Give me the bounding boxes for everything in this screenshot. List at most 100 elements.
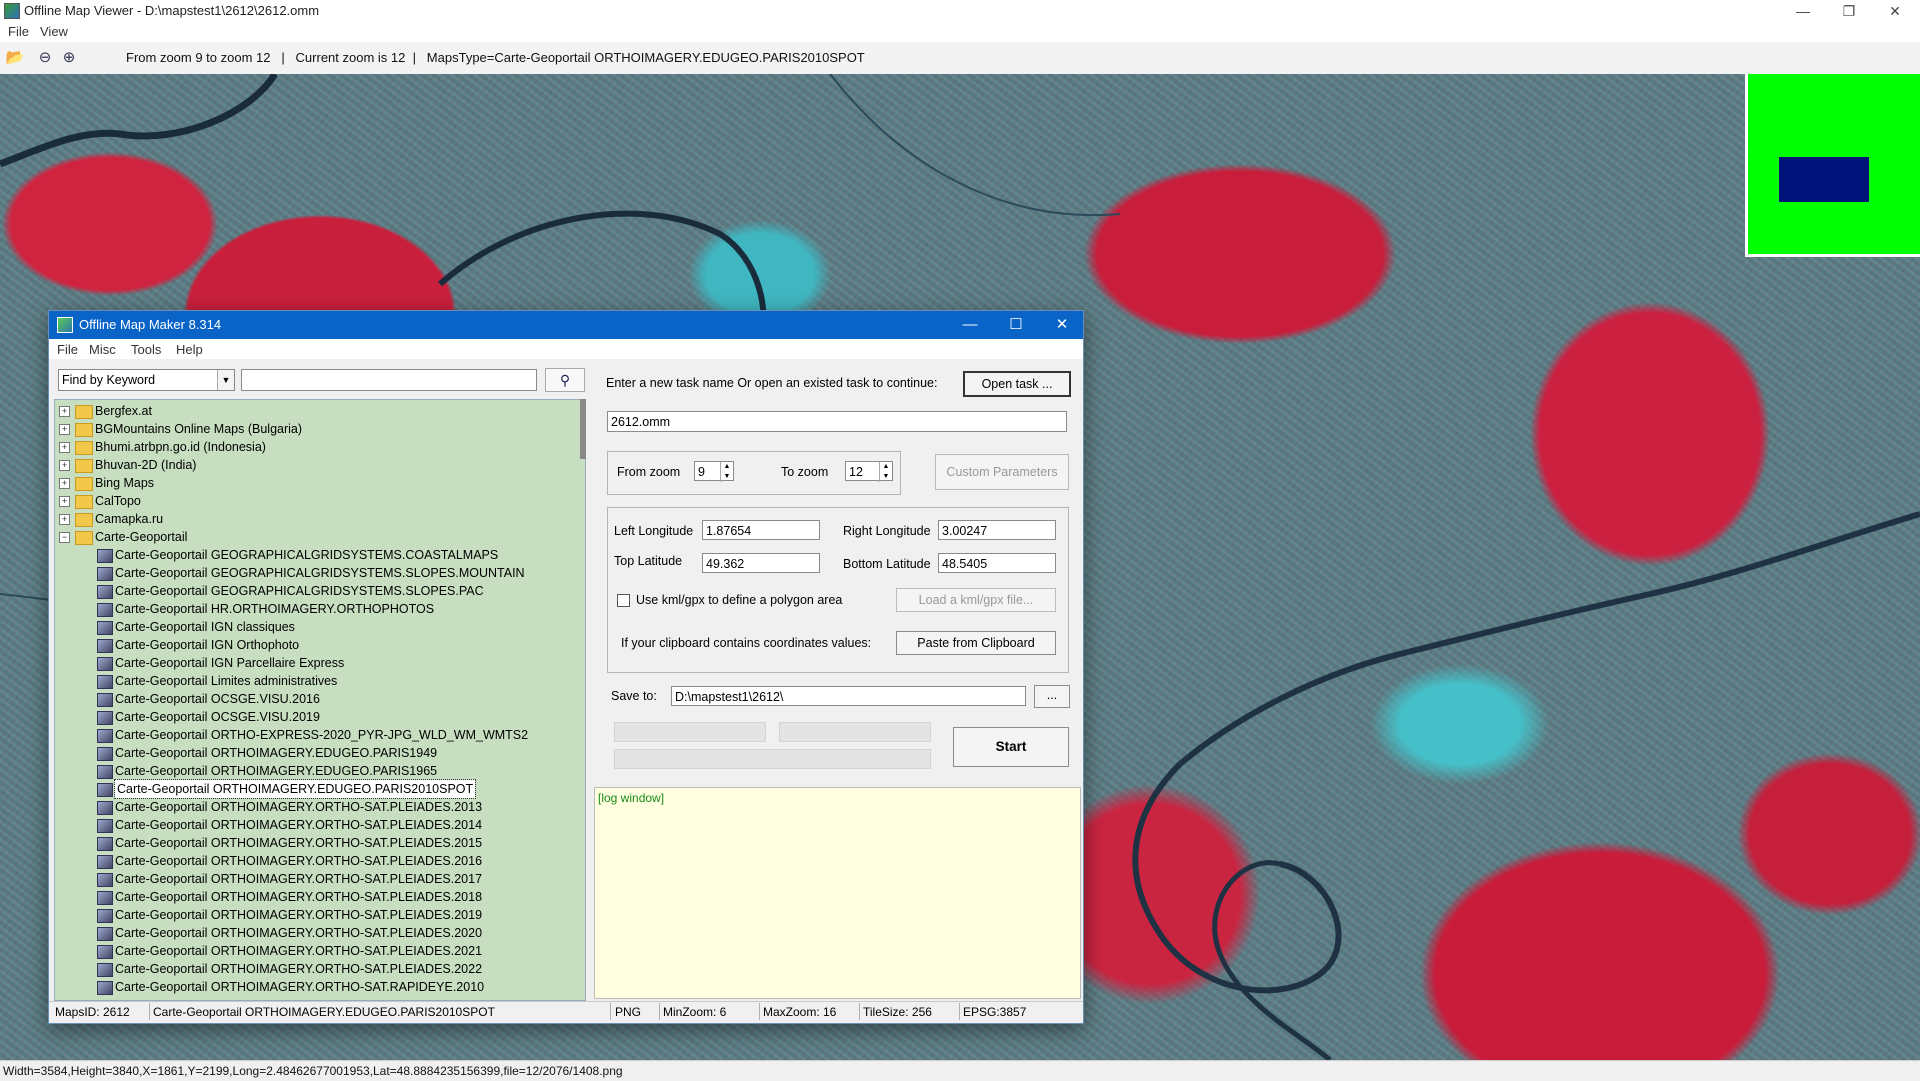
to-zoom-stepper[interactable]: 12 ▲ ▼ [845, 461, 893, 482]
tree-map-item[interactable]: Carte-Geoportail ORTHOIMAGERY.EDUGEO.PAR… [55, 744, 580, 762]
menu-view[interactable]: View [40, 24, 68, 39]
collapse-minus-icon[interactable]: − [59, 532, 70, 543]
tree-map-label: Carte-Geoportail OCSGE.VISU.2019 [115, 710, 320, 724]
minimap-viewport[interactable] [1779, 157, 1869, 202]
expand-plus-icon[interactable]: + [59, 424, 70, 435]
tree-folder-row[interactable]: + BGMountains Online Maps (Bulgaria) [55, 420, 580, 438]
tree-map-item[interactable]: Carte-Geoportail ORTHOIMAGERY.ORTHO-SAT.… [55, 870, 580, 888]
start-button[interactable]: Start [953, 727, 1069, 767]
custom-parameters-button[interactable]: Custom Parameters [935, 454, 1069, 490]
tree-map-item[interactable]: Carte-Geoportail ORTHOIMAGERY.ORTHO-SAT.… [55, 960, 580, 978]
open-folder-icon[interactable]: 📂 [5, 48, 25, 68]
top-latitude-input[interactable]: 49.362 [702, 553, 820, 573]
tree-map-item[interactable]: Carte-Geoportail ORTHOIMAGERY.ORTHO-SAT.… [55, 978, 580, 996]
from-zoom-value: 9 [698, 465, 705, 479]
right-longitude-input[interactable]: 3.00247 [938, 520, 1056, 540]
dialog-maximize-icon[interactable]: ☐ [993, 311, 1039, 339]
tree-map-item[interactable]: Carte-Geoportail OCSGE.VISU.2016 [55, 690, 580, 708]
paste-clipboard-button[interactable]: Paste from Clipboard [896, 631, 1056, 655]
restore-icon[interactable]: ❐ [1826, 0, 1872, 22]
tree-map-item[interactable]: Carte-Geoportail GEOGRAPHICALGRIDSYSTEMS… [55, 582, 580, 600]
tree-map-item[interactable]: Carte-Geoportail ORTHO-EXPRESS-2020_PYR-… [55, 726, 580, 744]
folder-icon [75, 405, 93, 419]
dialog-menu-misc[interactable]: Misc [89, 342, 116, 357]
tree-folder-row[interactable]: + Bhumi.atrbpn.go.id (Indonesia) [55, 438, 580, 456]
map-type-tree[interactable]: + Bergfex.at + BGMountains Online Maps (Bul… [54, 399, 586, 1001]
left-longitude-input[interactable]: 1.87654 [702, 520, 820, 540]
viewer-title: Offline Map Viewer - D:\mapstest1\2612\2… [24, 3, 320, 18]
minimap[interactable] [1745, 74, 1920, 257]
chevron-down-icon[interactable]: ▼ [217, 370, 234, 390]
tree-scrollbar-thumb[interactable] [580, 399, 586, 459]
expand-plus-icon[interactable]: + [59, 514, 70, 525]
close-icon[interactable]: ✕ [1872, 0, 1918, 22]
dialog-menu-help[interactable]: Help [176, 342, 203, 357]
save-to-input[interactable]: D:\mapstest1\2612\ [671, 686, 1026, 706]
minimize-icon[interactable]: — [1780, 0, 1826, 22]
tree-map-item[interactable]: Carte-Geoportail IGN Orthophoto [55, 636, 580, 654]
tree-map-item[interactable]: Carte-Geoportail ORTHOIMAGERY.EDUGEO.PAR… [55, 762, 580, 780]
tree-folder-row[interactable]: + CalTopo [55, 492, 580, 510]
to-zoom-spin-icon[interactable]: ▲ ▼ [879, 462, 892, 482]
zoom-in-icon[interactable]: ⊕ [59, 48, 79, 68]
log-window[interactable]: [log window] [594, 787, 1081, 999]
load-kml-button[interactable]: Load a kml/gpx file... [896, 588, 1056, 612]
dialog-menu-tools[interactable]: Tools [131, 342, 161, 357]
tree-folder-label: CalTopo [95, 494, 141, 508]
tree-map-item[interactable]: Carte-Geoportail IGN Parcellaire Express [55, 654, 580, 672]
bottom-latitude-input[interactable]: 48.5405 [938, 553, 1056, 573]
dialog-minimize-icon[interactable]: — [947, 311, 993, 339]
task-name-input[interactable]: 2612.omm [607, 411, 1067, 432]
map-layer-icon [97, 837, 113, 851]
tree-map-item[interactable]: Carte-Geoportail OCSGE.VISU.2019 [55, 708, 580, 726]
left-longitude-label: Left Longitude [614, 524, 694, 538]
open-task-button[interactable]: Open task ... [963, 371, 1071, 397]
tree-folder-row[interactable]: + Bergfex.at [55, 402, 580, 420]
dialog-close-icon[interactable]: ✕ [1039, 311, 1085, 339]
map-layer-icon [97, 945, 113, 959]
top-latitude-label: Top Latitude [614, 554, 683, 568]
tree-map-item[interactable]: Carte-Geoportail ORTHOIMAGERY.ORTHO-SAT.… [55, 906, 580, 924]
expand-plus-icon[interactable]: + [59, 442, 70, 453]
tree-map-item[interactable]: Carte-Geoportail ORTHOIMAGERY.EDUGEO.PAR… [55, 779, 580, 799]
search-input[interactable] [241, 369, 537, 391]
status-map-name: Carte-Geoportail ORTHOIMAGERY.EDUGEO.PAR… [153, 1005, 495, 1019]
search-button[interactable]: ⚲ [545, 368, 585, 392]
kml-checkbox[interactable] [617, 594, 630, 607]
find-mode-select[interactable]: Find by Keyword ▼ [58, 369, 235, 391]
tree-map-item[interactable]: Carte-Geoportail HR.ORTHOIMAGERY.ORTHOPH… [55, 600, 580, 618]
tree-map-item[interactable]: Carte-Geoportail ORTHOIMAGERY.ORTHO-SAT.… [55, 834, 580, 852]
tree-map-item[interactable]: Carte-Geoportail ORTHOIMAGERY.ORTHO-SAT.… [55, 816, 580, 834]
tree-map-item[interactable]: Carte-Geoportail Limites administratives [55, 672, 580, 690]
dialog-menu-file[interactable]: File [57, 342, 78, 357]
tree-map-item[interactable]: Carte-Geoportail GEOGRAPHICALGRIDSYSTEMS… [55, 546, 580, 564]
tree-map-item[interactable]: Carte-Geoportail ORTHOIMAGERY.ORTHO-SAT.… [55, 852, 580, 870]
viewer-toolbar: 📂 ⊖ ⊕ From zoom 9 to zoom 12 | Current z… [0, 42, 1920, 75]
from-zoom-stepper[interactable]: 9 ▲ ▼ [694, 461, 734, 482]
tree-folder-row-open[interactable]: − Carte-Geoportail [55, 528, 580, 546]
status-format: PNG [615, 1005, 642, 1019]
tree-folder-row[interactable]: + Bhuvan-2D (India) [55, 456, 580, 474]
tree-map-item[interactable]: Carte-Geoportail IGN classiques [55, 618, 580, 636]
tree-map-label: Carte-Geoportail ORTHOIMAGERY.ORTHO-SAT.… [115, 800, 483, 814]
expand-plus-icon[interactable]: + [59, 478, 70, 489]
expand-plus-icon[interactable]: + [59, 496, 70, 507]
tree-map-item[interactable]: Carte-Geoportail GEOGRAPHICALGRIDSYSTEMS… [55, 564, 580, 582]
tree-folder-row[interactable]: + Bing Maps [55, 474, 580, 492]
map-layer-icon [97, 639, 113, 653]
tree-map-item[interactable]: Carte-Geoportail ORTHOIMAGERY.ORTHO-SAT.… [55, 798, 580, 816]
tree-map-item[interactable]: Carte-Geoportail ORTHOIMAGERY.ORTHO-SAT.… [55, 924, 580, 942]
browse-button[interactable]: ... [1034, 685, 1070, 708]
expand-plus-icon[interactable]: + [59, 460, 70, 471]
dialog-title: Offline Map Maker 8.314 [79, 317, 222, 332]
tree-folder-label: Bhuvan-2D (India) [95, 458, 197, 472]
tree-folder-row[interactable]: + Camapka.ru [55, 510, 580, 528]
menu-file[interactable]: File [8, 24, 29, 39]
search-icon: ⚲ [559, 372, 571, 388]
expand-plus-icon[interactable]: + [59, 406, 70, 417]
folder-icon [75, 441, 93, 455]
tree-map-item[interactable]: Carte-Geoportail ORTHOIMAGERY.ORTHO-SAT.… [55, 888, 580, 906]
from-zoom-spin-icon[interactable]: ▲ ▼ [720, 462, 733, 482]
zoom-out-icon[interactable]: ⊖ [35, 48, 55, 68]
tree-map-item[interactable]: Carte-Geoportail ORTHOIMAGERY.ORTHO-SAT.… [55, 942, 580, 960]
